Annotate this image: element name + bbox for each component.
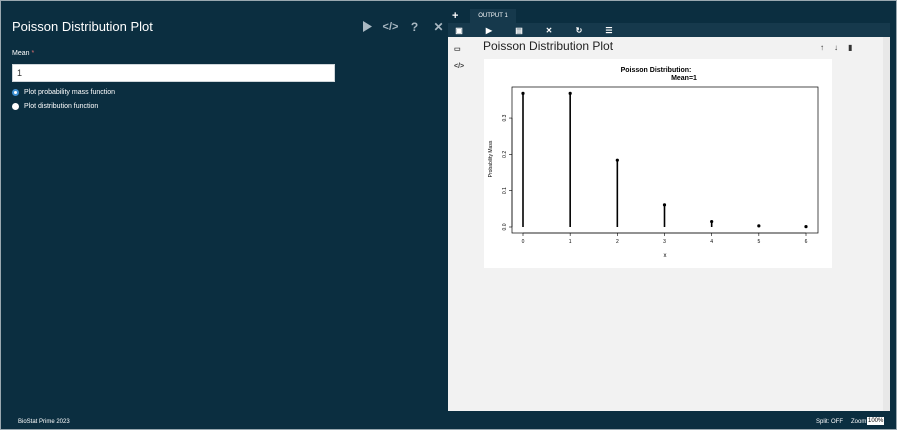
radio-pmf[interactable] (12, 89, 19, 96)
y-tick-label-0.3: 0.3 (502, 114, 508, 121)
output-scrollbar[interactable] (883, 37, 890, 411)
run-icon[interactable] (360, 20, 373, 33)
status-brand: BioStat Prime 2023 (18, 419, 70, 425)
y-tick-label-0.2: 0.2 (502, 151, 508, 158)
option-cdf[interactable]: Plot distribution function (12, 103, 98, 110)
zoom-label: Zoom: (851, 419, 869, 425)
pmf-point-3 (662, 203, 667, 207)
pmf-point-0 (521, 91, 525, 95)
dialog-title: Poisson Distribution Plot (12, 19, 153, 34)
add-tab-button[interactable]: + (452, 10, 458, 22)
x-tick-label-2: 2 (616, 239, 619, 245)
y-tick-label-0.1: 0.1 (502, 187, 508, 194)
app-frame: Poisson Distribution Plot </> ? ✕ Mean *… (0, 0, 897, 430)
x-tick-label-1: 1 (569, 239, 572, 245)
x-tick-label-0: 0 (522, 239, 525, 245)
mean-label: Mean * (12, 50, 34, 57)
delete-card-icon[interactable]: ▮ (848, 43, 852, 52)
delete-icon[interactable]: ▤ (514, 26, 524, 35)
output-toolbar: ▣ ▶ ▤ ✕ ↻ ☰ (448, 23, 890, 37)
x-tick-label-5: 5 (757, 239, 760, 245)
close-icon[interactable]: ✕ (432, 20, 445, 34)
code-icon[interactable]: </> (383, 20, 399, 33)
chart-subtitle: Mean=1 (671, 75, 697, 82)
tab-output-1[interactable]: OUTPUT 1 (470, 9, 516, 23)
option-pmf-label: Plot probability mass function (24, 89, 116, 96)
pmf-point-1 (568, 91, 572, 95)
close-icon[interactable]: ✕ (544, 26, 554, 35)
pmf-point-6 (804, 225, 808, 229)
output-panel: ▭ </> Poisson Distribution Plot ↑ ↓ ▮ Po… (448, 37, 890, 411)
list-icon[interactable]: ☰ (604, 26, 614, 35)
window-icon[interactable]: ▭ (454, 45, 461, 53)
poisson-chart: Poisson Distribution: Mean=1 Probability… (488, 67, 819, 259)
refresh-icon[interactable]: ↻ (574, 26, 584, 35)
option-cdf-label: Plot distribution function (24, 103, 99, 110)
dialog-panel: Poisson Distribution Plot </> ? ✕ Mean *… (3, 3, 447, 413)
x-tick-label-4: 4 (710, 239, 713, 245)
code-view-icon[interactable]: </> (454, 63, 464, 70)
output-tabs: + OUTPUT 1 (448, 7, 890, 23)
y-tick-label-0.0: 0.0 (502, 223, 508, 230)
output-title: Poisson Distribution Plot (483, 39, 614, 53)
radio-cdf[interactable] (12, 103, 19, 110)
mean-label-text: Mean (12, 50, 30, 57)
move-down-icon[interactable]: ↓ (834, 43, 838, 52)
help-icon[interactable]: ? (408, 20, 421, 34)
status-bar: BioStat Prime 2023 Split: OFF Zoom: 100% (3, 413, 896, 429)
mean-input[interactable]: 1 (12, 64, 335, 82)
dialog-toolbar: </> ? ✕ (360, 20, 445, 34)
x-tick-label-6: 6 (805, 239, 808, 245)
move-up-icon[interactable]: ↑ (820, 43, 824, 52)
split-toggle[interactable]: Split: OFF (816, 419, 843, 425)
new-icon[interactable]: ▣ (454, 26, 464, 35)
plot-card: Poisson Distribution: Mean=1 Probability… (484, 59, 832, 268)
pmf-point-2 (615, 158, 619, 162)
x-axis-label: x (664, 253, 667, 259)
chart-title: Poisson Distribution: (621, 67, 692, 74)
open-icon[interactable]: ▶ (484, 26, 494, 35)
pmf-point-4 (710, 219, 714, 224)
required-marker: * (31, 50, 35, 57)
card-actions: ↑ ↓ ▮ (820, 43, 852, 52)
option-pmf[interactable]: Plot probability mass function (12, 89, 115, 96)
zoom-value[interactable]: 100% (867, 417, 885, 425)
x-tick-label-3: 3 (663, 239, 666, 245)
output-rail: ▭ </> (448, 37, 472, 411)
y-axis-label: Probability Mass (488, 140, 494, 177)
pmf-point-5 (757, 224, 761, 228)
